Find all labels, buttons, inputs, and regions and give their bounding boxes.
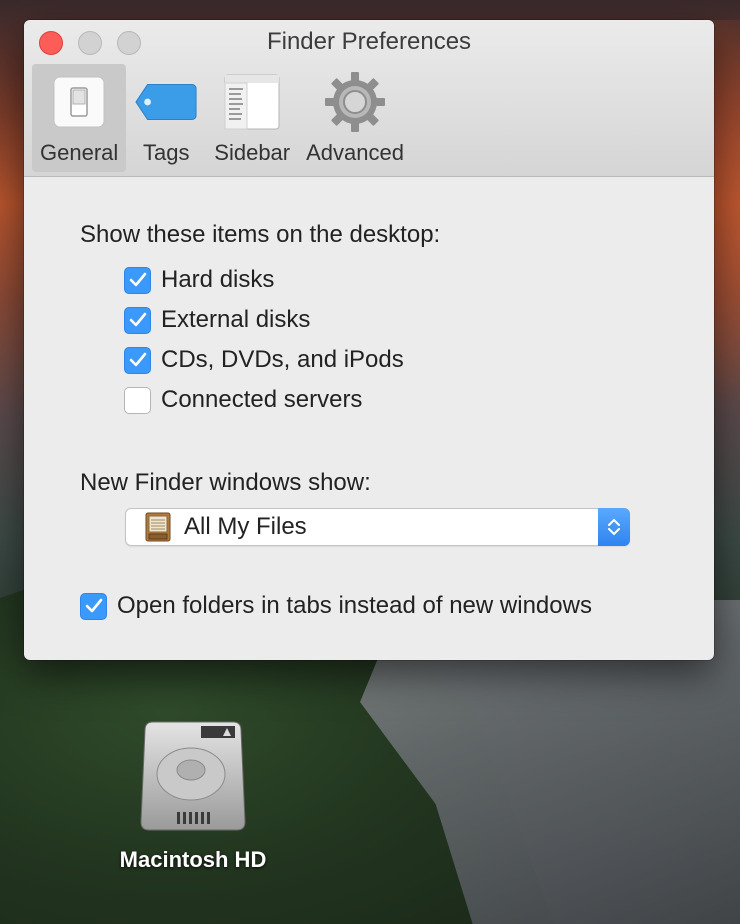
title-bar[interactable]: Finder Preferences General Tags Sidebar … — [24, 20, 714, 177]
desktop-items-heading: Show these items on the desktop: — [80, 221, 441, 248]
window-title: Finder Preferences — [266, 28, 472, 55]
checkbox-checked-icon[interactable] — [124, 266, 151, 294]
sidebar-icon — [220, 70, 284, 134]
new-window-popup-value: All My Files — [184, 513, 307, 540]
gear-icon — [323, 70, 387, 134]
checkbox-label: External disks — [161, 306, 311, 333]
tab-tags[interactable]: Tags — [126, 64, 206, 172]
switch-icon — [47, 70, 111, 134]
checkbox-label: Hard disks — [161, 266, 275, 293]
checkbox-cds-dvds-ipods[interactable]: CDs, DVDs, and iPods — [124, 346, 404, 374]
desktop-item-label: Macintosh HD — [119, 847, 267, 872]
file-cabinet-icon — [142, 511, 174, 543]
tag-icon — [134, 70, 198, 134]
new-window-popup[interactable]: All My Files — [125, 508, 630, 546]
new-window-heading: New Finder windows show: — [80, 469, 371, 496]
tab-advanced[interactable]: Advanced — [298, 64, 412, 172]
checkbox-checked-icon[interactable] — [124, 346, 151, 374]
hard-drive-icon — [137, 718, 249, 841]
checkbox-checked-icon[interactable] — [80, 592, 107, 620]
checkbox-label: Connected servers — [161, 386, 363, 413]
checkbox-label: Open folders in tabs instead of new wind… — [117, 592, 592, 619]
checkbox-open-in-tabs[interactable]: Open folders in tabs instead of new wind… — [80, 592, 592, 620]
checkbox-hard-disks[interactable]: Hard disks — [124, 266, 274, 294]
checkbox-external-disks[interactable]: External disks — [124, 306, 310, 334]
preferences-toolbar: General Tags Sidebar Advanced — [32, 64, 412, 172]
checkbox-connected-servers[interactable]: Connected servers — [124, 386, 362, 414]
checkbox-unchecked-icon[interactable] — [124, 386, 151, 414]
tab-sidebar-label: Sidebar — [214, 140, 291, 165]
finder-preferences-window: Finder Preferences General Tags Sidebar … — [24, 20, 714, 660]
tab-sidebar[interactable]: Sidebar — [206, 64, 298, 172]
desktop-item-macintosh-hd[interactable]: Macintosh HD — [108, 718, 278, 873]
tab-advanced-label: Advanced — [306, 140, 404, 165]
tab-tags-label: Tags — [143, 140, 190, 165]
tab-general[interactable]: General — [32, 64, 127, 172]
popup-arrows-icon — [598, 508, 630, 546]
general-pane: Show these items on the desktop: Hard di… — [24, 177, 714, 660]
checkbox-checked-icon[interactable] — [124, 306, 151, 334]
checkbox-label: CDs, DVDs, and iPods — [161, 346, 404, 373]
tab-general-label: General — [40, 140, 119, 165]
